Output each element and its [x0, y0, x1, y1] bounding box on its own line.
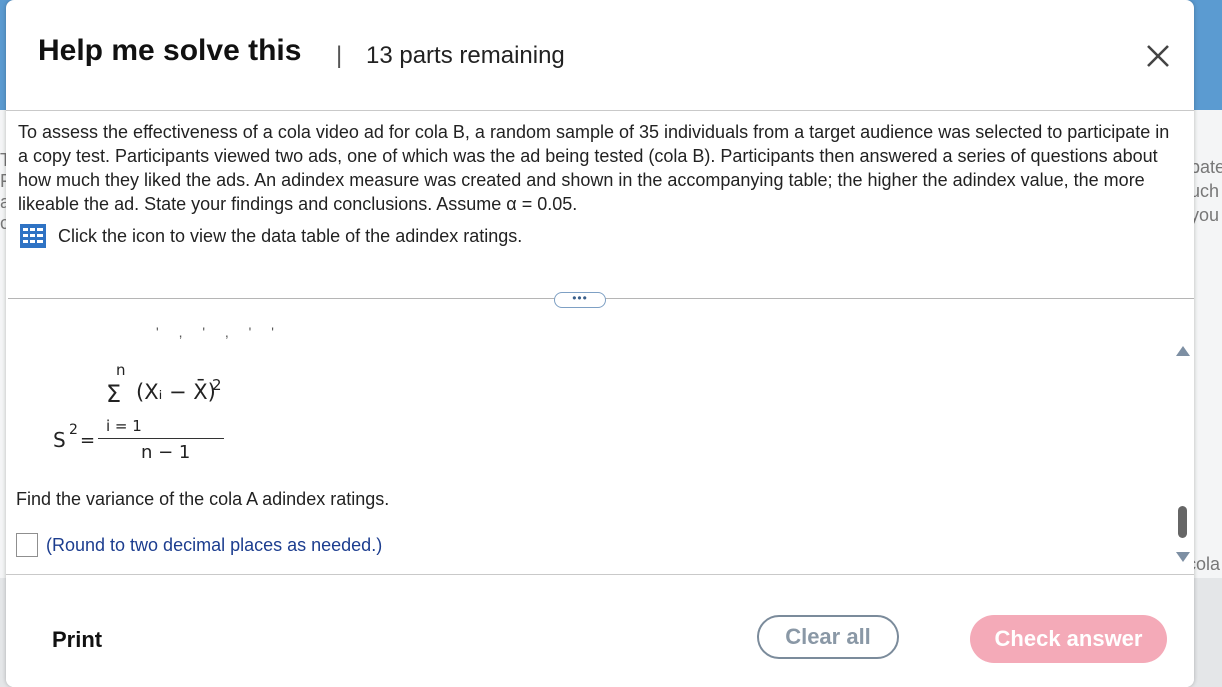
bg-fragment: pate: [1190, 157, 1222, 177]
dialog-header: Help me solve this | 13 parts remaining: [6, 0, 1194, 111]
data-table-link[interactable]: Click the icon to view the data table of…: [20, 224, 522, 248]
dialog-footer: Print Clear all Check answer: [6, 574, 1194, 687]
sum-term: (Xᵢ − X̄): [136, 380, 216, 404]
data-table-link-text[interactable]: Click the icon to view the data table of…: [58, 226, 522, 247]
question-prompt: Find the variance of the cola A adindex …: [16, 489, 390, 509]
title-separator: |: [336, 42, 343, 69]
dialog-title: Help me solve this: [38, 34, 302, 67]
print-button[interactable]: Print: [52, 627, 102, 653]
answer-row: (Round to two decimal places as needed.): [16, 533, 382, 557]
variance-answer-input[interactable]: [16, 533, 38, 557]
sigma-symbol: Σ: [106, 380, 122, 408]
bg-fragment: uch: [1190, 181, 1220, 201]
scroll-down-arrow-icon[interactable]: [1176, 552, 1190, 562]
clear-all-button[interactable]: Clear all: [757, 615, 899, 659]
close-x-icon: [1147, 45, 1169, 67]
work-area: ' , ' , ' ' n Σ (Xᵢ − X̄) 2 i = 1 S 2 = …: [6, 300, 1194, 574]
variance-symbol: S: [53, 428, 66, 452]
sum-upper-limit: n: [116, 361, 126, 379]
close-button[interactable]: [1142, 40, 1174, 72]
variance-formula: n Σ (Xᵢ − X̄) 2 i = 1 S 2 = n − 1: [6, 300, 406, 470]
background-right-text: pate uch you: [1190, 155, 1222, 227]
scroll-thumb[interactable]: [1178, 506, 1187, 538]
equals-sign: =: [80, 430, 96, 451]
sum-lower-limit: i = 1: [106, 417, 142, 435]
help-me-solve-dialog: Help me solve this | 13 parts remaining …: [6, 0, 1194, 687]
check-answer-button[interactable]: Check answer: [970, 615, 1167, 663]
bg-fragment: you: [1190, 205, 1220, 225]
parts-remaining-label: 13 parts remaining: [366, 42, 565, 69]
vertical-scrollbar[interactable]: [1174, 338, 1192, 574]
data-table-grid-icon[interactable]: [20, 224, 46, 248]
variance-exponent: 2: [69, 422, 78, 438]
scroll-up-arrow-icon[interactable]: [1176, 346, 1190, 356]
question-text: To assess the effectiveness of a cola vi…: [18, 122, 1170, 214]
denominator: n − 1: [141, 442, 191, 463]
rounding-instruction: (Round to two decimal places as needed.): [46, 534, 383, 555]
term-exponent: 2: [212, 376, 222, 394]
fraction-bar: [98, 438, 224, 439]
